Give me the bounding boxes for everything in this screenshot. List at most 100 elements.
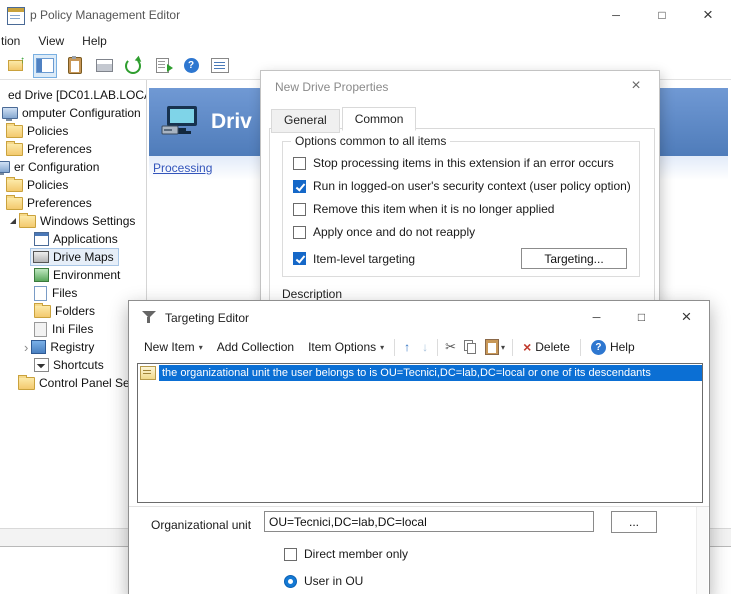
description-label: Description — [282, 287, 342, 301]
processing-link[interactable]: Processing — [153, 161, 212, 175]
tree-item-control-panel-settings[interactable]: Control Panel Sett — [0, 374, 146, 392]
stop-processing-checkbox[interactable] — [293, 157, 306, 170]
tree-item-label: Ini Files — [52, 322, 93, 336]
delete-button[interactable]: × Delete — [516, 337, 577, 357]
targeting-item-row[interactable]: the organizational unit the user belongs… — [138, 364, 702, 382]
printer-icon[interactable] — [93, 55, 115, 77]
options-scrollbar[interactable] — [696, 507, 708, 594]
add-collection-button[interactable]: Add Collection — [210, 337, 301, 357]
close-button[interactable] — [621, 75, 651, 97]
folder-icon — [19, 215, 36, 228]
tree-item-user-configuration[interactable]: er Configuration — [0, 158, 146, 176]
tree-item-label: Applications — [53, 232, 118, 246]
tree-item-label: Environment — [53, 268, 120, 282]
close-button[interactable] — [664, 301, 709, 333]
menu-help[interactable]: Help — [73, 31, 116, 51]
help-icon — [591, 340, 606, 355]
tree-selection: Drive Maps — [30, 248, 119, 266]
move-down-button[interactable]: ↓ — [416, 340, 434, 354]
option-label: Item-level targeting — [313, 252, 415, 266]
targeting-item-text: the organizational unit the user belongs… — [159, 365, 702, 381]
tree-item-drive-maps[interactable]: Drive Maps — [0, 248, 146, 266]
dropdown-caret-icon: ▾ — [199, 343, 203, 352]
tree-item-policies-computer[interactable]: Policies — [0, 122, 146, 140]
files-icon — [34, 286, 47, 301]
console-tree: ed Drive [DC01.LAB.LOCA omputer Configur… — [0, 80, 146, 528]
tree-item-label: Preferences — [27, 142, 92, 156]
tab-general[interactable]: General — [271, 109, 340, 133]
user-in-ou-option[interactable]: User in OU — [284, 574, 363, 588]
help-button[interactable]: Help — [584, 337, 642, 358]
menu-bar: tion View Help — [0, 30, 731, 52]
export-list-icon[interactable] — [151, 55, 173, 77]
chevron-expanded-icon[interactable] — [10, 218, 16, 224]
targeting-button[interactable]: Targeting... — [521, 248, 627, 269]
tree-item-ini-files[interactable]: Ini Files — [0, 320, 146, 338]
paste-button[interactable]: ▾ — [481, 337, 509, 357]
organizational-unit-input[interactable] — [264, 511, 594, 532]
list-view-icon[interactable] — [209, 55, 231, 77]
refresh-icon[interactable] — [122, 55, 144, 77]
item-options-button[interactable]: Item Options ▾ — [301, 337, 391, 357]
scissors-icon: ✂ — [445, 339, 456, 355]
chevron-collapsed-icon[interactable] — [24, 341, 28, 354]
clipboard-icon[interactable] — [64, 55, 86, 77]
tree-item-policies-user[interactable]: Policies — [0, 176, 146, 194]
move-up-button[interactable]: ↑ — [398, 340, 416, 354]
tab-strip: General Common — [271, 107, 418, 131]
tab-label: Common — [355, 112, 404, 126]
tree-item-environment[interactable]: Environment — [0, 266, 146, 284]
menu-action[interactable]: tion — [0, 31, 29, 51]
copy-icon — [464, 340, 477, 354]
run-in-user-context-checkbox[interactable] — [293, 180, 306, 193]
registry-icon — [31, 340, 46, 354]
tree-item-label: Drive Maps — [53, 250, 114, 264]
tree-item-preferences-user[interactable]: Preferences — [0, 194, 146, 212]
tree-item-mapped-drive-gpo[interactable]: ed Drive [DC01.LAB.LOCA — [0, 86, 146, 104]
show-console-tree-icon[interactable] — [33, 54, 57, 78]
option-apply-once[interactable]: Apply once and do not reapply — [293, 225, 629, 239]
options-groupbox: Options common to all items Stop process… — [282, 141, 640, 277]
tree-item-applications[interactable]: Applications — [0, 230, 146, 248]
help-icon[interactable] — [180, 55, 202, 77]
copy-button[interactable] — [460, 338, 481, 356]
dialog-title: Targeting Editor — [165, 311, 249, 325]
targeting-item-list[interactable]: the organizational unit the user belongs… — [137, 363, 703, 503]
up-one-level-icon[interactable]: ↑ — [4, 55, 26, 77]
folder-icon — [18, 377, 35, 390]
cut-button[interactable]: ✂ — [441, 337, 460, 357]
option-run-in-user-context[interactable]: Run in logged-on user's security context… — [293, 179, 629, 193]
remove-when-not-applied-checkbox[interactable] — [293, 203, 306, 216]
option-stop-processing[interactable]: Stop processing items in this extension … — [293, 156, 629, 170]
console-tree-glyph — [36, 58, 54, 73]
tree-item-files[interactable]: Files — [0, 284, 146, 302]
menu-view[interactable]: View — [29, 31, 73, 51]
direct-member-checkbox[interactable] — [284, 548, 297, 561]
tree-item-registry[interactable]: Registry — [0, 338, 146, 356]
new-item-button[interactable]: New Item ▾ — [137, 337, 210, 357]
item-level-targeting-checkbox[interactable] — [293, 252, 306, 265]
tab-common[interactable]: Common — [342, 107, 417, 131]
user-in-ou-radio[interactable] — [284, 575, 297, 588]
tree-item-preferences-computer[interactable]: Preferences — [0, 140, 146, 158]
direct-member-only-option[interactable]: Direct member only — [284, 547, 408, 561]
applications-icon — [34, 232, 49, 246]
apply-once-checkbox[interactable] — [293, 226, 306, 239]
browse-button[interactable]: ... — [611, 511, 657, 533]
maximize-icon — [638, 310, 645, 324]
environment-icon — [34, 268, 49, 282]
new-drive-properties-dialog: New Drive Properties General Common Opti… — [260, 70, 660, 310]
maximize-button[interactable] — [619, 301, 664, 333]
option-item-level-targeting[interactable]: Item-level targeting Targeting... — [293, 248, 629, 269]
tree-item-shortcuts[interactable]: Shortcuts — [0, 356, 146, 374]
minimize-button[interactable] — [593, 0, 639, 30]
tab-label: General — [284, 113, 327, 127]
tree-item-computer-configuration[interactable]: omputer Configuration — [0, 104, 146, 122]
close-button[interactable] — [685, 0, 731, 30]
maximize-button[interactable] — [639, 0, 685, 30]
option-remove-when-not-applied[interactable]: Remove this item when it is no longer ap… — [293, 202, 629, 216]
item-options-label: Item Options — [308, 340, 376, 354]
tree-item-folders[interactable]: Folders — [0, 302, 146, 320]
minimize-button[interactable] — [574, 301, 619, 333]
tree-item-windows-settings[interactable]: Windows Settings — [0, 212, 146, 230]
